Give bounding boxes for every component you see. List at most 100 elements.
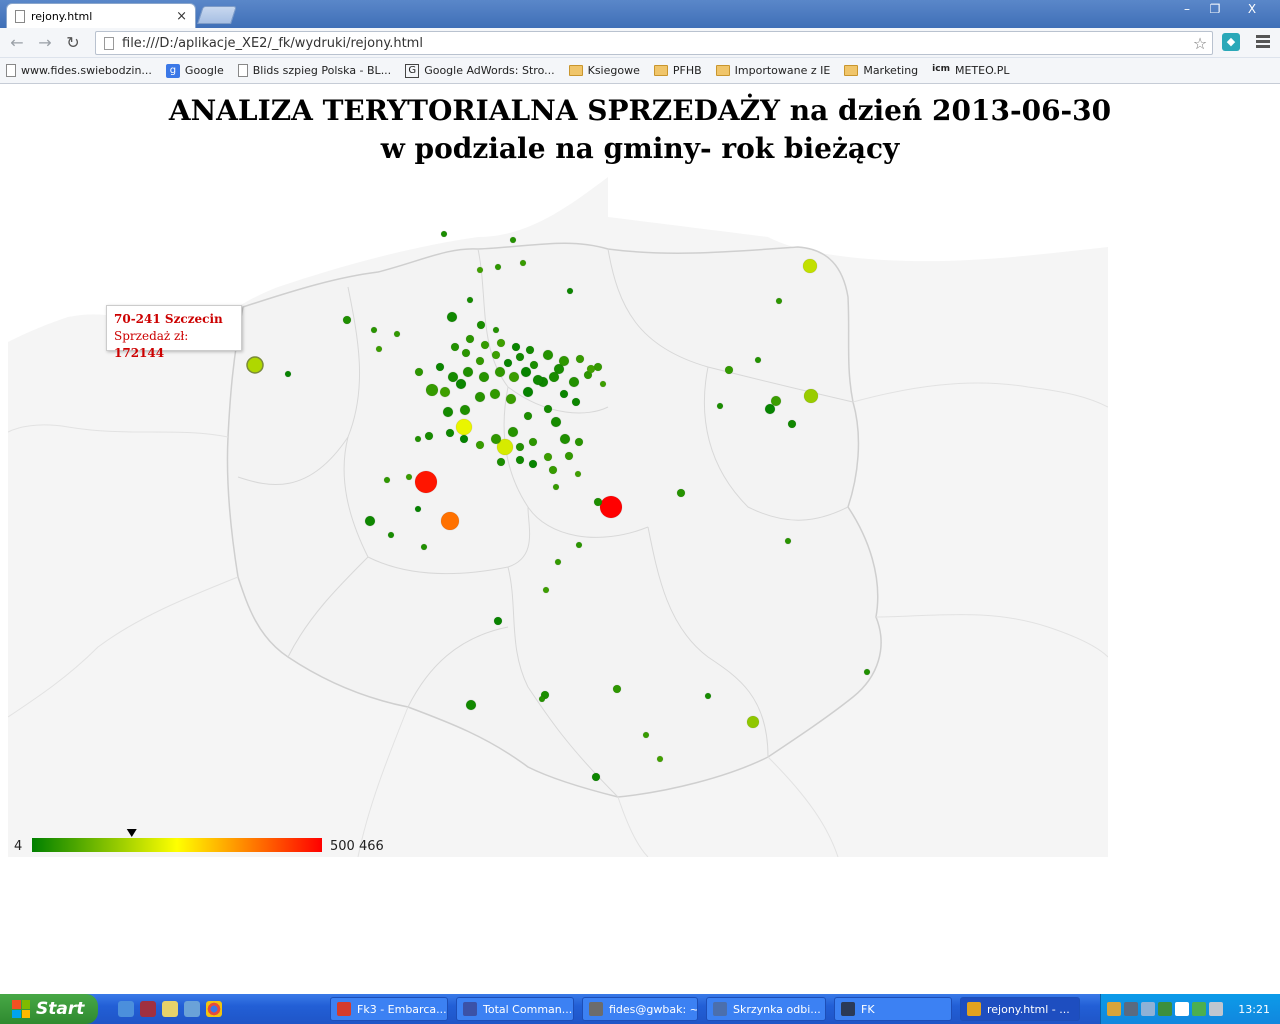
sales-bubble[interactable]	[440, 511, 460, 531]
back-button[interactable]: ←	[6, 32, 28, 54]
sales-bubble[interactable]	[528, 459, 538, 469]
sales-bubble[interactable]	[775, 297, 783, 305]
taskbar-task[interactable]: FK	[834, 997, 952, 1021]
chrome-icon[interactable]	[206, 1001, 222, 1017]
sales-bubble[interactable]	[414, 367, 424, 377]
sales-bubble[interactable]	[529, 360, 539, 370]
sales-bubble[interactable]	[511, 342, 521, 352]
extension-icon[interactable]: ◆	[1222, 33, 1240, 51]
sales-bubble[interactable]	[676, 488, 686, 498]
sales-bubble[interactable]	[493, 616, 503, 626]
reload-button[interactable]: ↻	[62, 32, 84, 54]
sales-bubble[interactable]	[455, 378, 467, 390]
sales-bubble[interactable]	[802, 258, 818, 274]
forward-button[interactable]: →	[34, 32, 56, 54]
sales-bubble[interactable]	[424, 431, 434, 441]
sales-bubble[interactable]	[496, 338, 506, 348]
sales-bubble[interactable]	[746, 715, 760, 729]
sales-bubble[interactable]	[523, 411, 533, 421]
sales-bubble[interactable]	[414, 470, 438, 494]
url-input[interactable]	[122, 35, 1188, 51]
taskbar-task[interactable]: Skrzynka odbi...	[706, 997, 826, 1021]
sales-bubble[interactable]	[548, 465, 558, 475]
bookmark-item[interactable]: g Google	[165, 63, 224, 78]
sales-bubble[interactable]	[466, 296, 474, 304]
sales-bubble[interactable]	[475, 356, 485, 366]
sales-bubble[interactable]	[446, 311, 458, 323]
geo-chart[interactable]: 4 500 466	[8, 177, 1108, 857]
sales-bubble[interactable]	[566, 287, 574, 295]
sales-bubble[interactable]	[542, 349, 554, 361]
sales-bubble[interactable]	[543, 404, 553, 414]
sales-bubble[interactable]	[550, 416, 562, 428]
sales-bubble[interactable]	[375, 345, 383, 353]
sales-bubble[interactable]	[425, 383, 439, 397]
sales-bubble[interactable]	[462, 366, 474, 378]
sales-bubble[interactable]	[439, 386, 451, 398]
sales-bubble[interactable]	[591, 772, 601, 782]
taskbar-task[interactable]: rejony.html - ...	[960, 997, 1080, 1021]
sales-bubble[interactable]	[387, 531, 395, 539]
sales-bubble[interactable]	[564, 451, 574, 461]
sales-bubble[interactable]	[519, 259, 527, 267]
tray-speaker-icon[interactable]	[1209, 1002, 1223, 1016]
tray-app-icon[interactable]	[1107, 1002, 1121, 1016]
sales-bubble[interactable]	[593, 497, 603, 507]
sales-bubble[interactable]	[532, 374, 544, 386]
sales-bubble[interactable]	[480, 340, 490, 350]
sales-bubble[interactable]	[370, 326, 378, 334]
sales-bubble[interactable]	[492, 326, 500, 334]
sales-bubble[interactable]	[465, 699, 477, 711]
sales-bubble[interactable]	[503, 358, 513, 368]
sales-bubble[interactable]	[543, 452, 553, 462]
bookmark-item[interactable]: G Google AdWords: Stro...	[405, 63, 555, 78]
new-tab-button[interactable]	[197, 6, 237, 24]
sales-bubble[interactable]	[509, 236, 517, 244]
sales-bubble[interactable]	[489, 388, 501, 400]
sales-bubble[interactable]	[393, 330, 401, 338]
disk-icon[interactable]	[140, 1001, 156, 1017]
taskbar-task[interactable]: Total Comman...	[456, 997, 574, 1021]
sales-bubble[interactable]	[525, 345, 535, 355]
bookmark-item[interactable]: Importowane z IE	[715, 64, 830, 77]
sales-bubble[interactable]	[475, 440, 485, 450]
sales-bubble[interactable]	[440, 230, 448, 238]
sales-bubble[interactable]	[599, 495, 623, 519]
minimize-button[interactable]: –	[1174, 1, 1200, 19]
sales-bubble[interactable]	[522, 386, 534, 398]
sales-bubble[interactable]	[442, 406, 454, 418]
sales-bubble[interactable]	[490, 433, 502, 445]
sales-bubble[interactable]	[803, 388, 819, 404]
close-window-button[interactable]: X	[1230, 1, 1274, 19]
browser-tab[interactable]: rejony.html ×	[6, 3, 196, 28]
sales-bubble[interactable]	[459, 434, 469, 444]
sales-bubble[interactable]	[476, 320, 486, 330]
tab-close-icon[interactable]: ×	[176, 9, 187, 24]
sales-bubble[interactable]	[478, 371, 490, 383]
sales-bubble[interactable]	[863, 668, 871, 676]
tray-check-icon[interactable]	[1192, 1002, 1206, 1016]
sales-bubble[interactable]	[575, 541, 583, 549]
bookmark-item[interactable]: Ksiegowe	[568, 64, 640, 77]
sales-bubble[interactable]	[445, 428, 455, 438]
tray-security-icon[interactable]	[1158, 1002, 1172, 1016]
sales-bubble[interactable]	[508, 371, 520, 383]
sales-bubble[interactable]	[447, 371, 459, 383]
sales-bubble[interactable]	[542, 586, 550, 594]
sales-bubble[interactable]	[414, 435, 422, 443]
ie-icon[interactable]	[118, 1001, 134, 1017]
sales-bubble-szczecin[interactable]	[246, 356, 264, 374]
tray-share-icon[interactable]	[1141, 1002, 1155, 1016]
sales-bubble[interactable]	[461, 348, 471, 358]
sales-bubble[interactable]	[496, 457, 506, 467]
sales-bubble[interactable]	[515, 352, 525, 362]
sales-bubble[interactable]	[552, 483, 560, 491]
maximize-button[interactable]: ❐	[1202, 1, 1228, 19]
sales-bubble[interactable]	[574, 437, 584, 447]
sales-bubble[interactable]	[568, 376, 580, 388]
sales-bubble[interactable]	[586, 364, 596, 374]
sales-bubble[interactable]	[414, 505, 422, 513]
sales-bubble[interactable]	[559, 389, 569, 399]
bookmark-item[interactable]: www.fides.swiebodzin...	[6, 64, 152, 77]
sales-bubble[interactable]	[764, 403, 776, 415]
